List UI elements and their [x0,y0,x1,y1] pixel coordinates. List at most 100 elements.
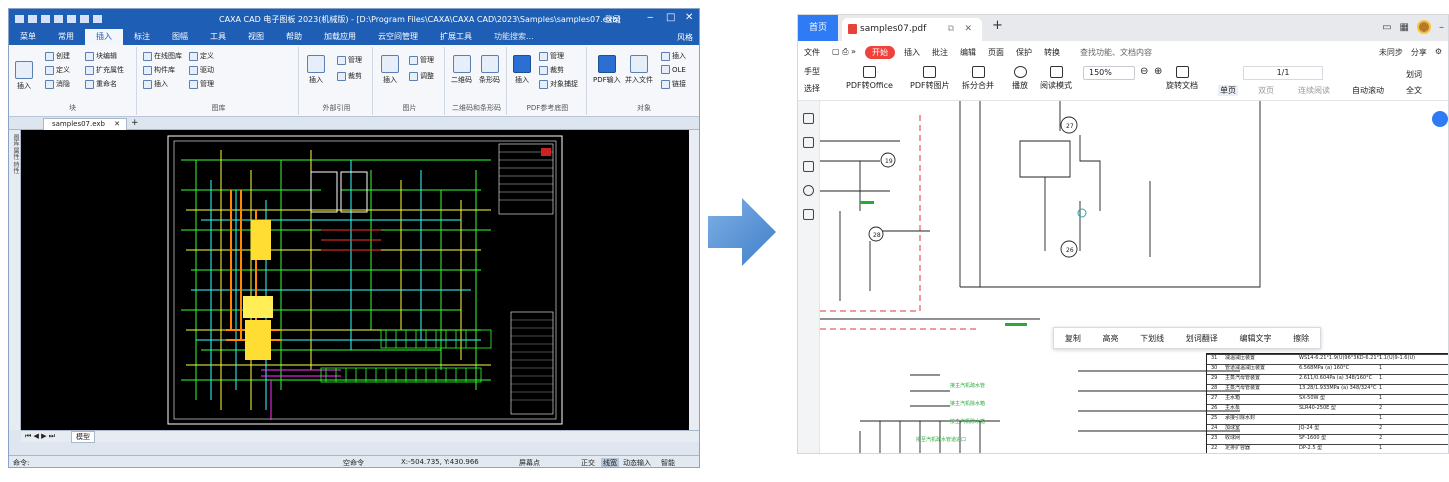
grid-icon[interactable]: ▦ [1400,22,1409,33]
tab-close-icon[interactable]: ✕ [114,119,120,130]
help-search[interactable]: 功能搜索... [483,29,545,45]
block-insert-button[interactable]: 插入 [15,61,33,91]
login-button[interactable]: 登录 [605,14,621,25]
menu-start[interactable]: 开始 [864,45,895,59]
library-insert-button[interactable]: 插入 [143,79,168,89]
menu-protect[interactable]: 保护 [1010,47,1038,58]
menu-item[interactable]: 加载应用 [313,29,367,45]
menu-insert[interactable]: 插入 [898,47,926,58]
pdf-snap-button[interactable]: 对象捕捉 [539,79,578,89]
select-tool[interactable]: 选择 [804,83,820,94]
pdf-underlay-manage-button[interactable]: 管理 [539,51,564,61]
ext-attr-button[interactable]: 扩充属性 [85,65,124,75]
minimize-icon[interactable]: – [1439,22,1444,33]
print-icon[interactable] [67,15,76,23]
sync-status[interactable]: 未同步 [1379,47,1403,58]
menu-page[interactable]: 页面 [982,47,1010,58]
image-adjust-button[interactable]: 调整 [409,71,434,81]
screen-point-toggle[interactable]: 屏幕点 [519,458,540,467]
rotate-button[interactable]: 旋转文档 [1166,66,1198,91]
insert-file-button[interactable]: 并入文件 [625,55,653,85]
cad-vertical-scrollbar[interactable] [689,130,699,430]
menu-item[interactable]: 扩展工具 [429,29,483,45]
ole-button[interactable]: OLE [661,65,686,74]
duplicate-tab-icon[interactable]: ⧉ [948,18,954,40]
single-page-button[interactable]: 单页 [1218,85,1238,96]
pdf-document-view[interactable]: 27 26 28 19 接主汽机疏水管 接主汽机除水箱 接主汽机除水箱 接至汽机… [820,101,1448,453]
menu-item[interactable]: 帮助 [275,29,313,45]
online-library-button[interactable]: 在线图库 [143,51,182,61]
read-mode-button[interactable]: 阅读模式 [1040,66,1072,91]
quick-tools-icon[interactable]: ▢ ⎙ » [826,47,862,57]
bookmark-icon[interactable] [803,113,814,124]
ortho-toggle[interactable]: 正交 [581,458,595,467]
close-icon[interactable]: ✕ [685,12,693,23]
ctx-translate[interactable]: 划词翻译 [1186,333,1218,344]
ctx-erase[interactable]: 擦除 [1293,333,1309,344]
open-file-icon[interactable] [41,15,50,23]
image-insert-button[interactable]: 插入 [381,55,399,85]
menu-item[interactable]: 图幅 [161,29,199,45]
smart-toggle[interactable]: 智能 [661,458,675,467]
tab-close-icon[interactable]: ✕ [964,18,972,40]
file-menu[interactable]: 文件 [798,47,826,58]
xref-insert-button[interactable]: 插入 [307,55,325,85]
tab-samples07-pdf[interactable]: samples07.pdf ⧉ ✕ [842,18,982,41]
floating-action-icon[interactable] [1432,111,1448,127]
play-button[interactable]: 播放 [1012,66,1028,91]
sign-icon[interactable] [803,209,814,220]
pdf-underlay-clip-button[interactable]: 裁剪 [539,65,564,75]
menu-annotate[interactable]: 批注 [926,47,954,58]
block-eliminate-button[interactable]: 消隐 [45,79,70,89]
undo-icon[interactable] [80,15,89,23]
menu-item[interactable]: 标注 [123,29,161,45]
menu-item[interactable]: 菜单 [9,29,47,45]
ctx-edit-text[interactable]: 编辑文字 [1239,333,1271,344]
avatar[interactable] [1417,20,1431,34]
comment-icon[interactable] [803,161,814,172]
new-tab-icon[interactable]: + [992,18,1003,33]
menu-item[interactable]: 云空间管理 [367,29,429,45]
zoom-select[interactable]: 150% [1083,66,1135,80]
ctx-highlight[interactable]: 高亮 [1102,333,1118,344]
menu-edit[interactable]: 编辑 [954,47,982,58]
continuous-button[interactable]: 连续阅读 [1298,85,1330,96]
barcode-button[interactable]: 条形码 [479,55,500,85]
library-drive-button[interactable]: 驱动 [189,65,214,75]
page-number-input[interactable]: 1/1 [1243,66,1323,80]
menu-item[interactable]: 视图 [237,29,275,45]
settings-icon[interactable]: ⚙ [1435,47,1442,58]
block-define-button[interactable]: 定义 [45,65,70,75]
tab-home[interactable]: 首页 [798,15,838,41]
tab-samples07-exb[interactable]: samples07.exb ✕ [43,118,127,130]
zoom-in-icon[interactable]: ⊕ [1154,66,1162,77]
attachment-icon[interactable] [803,185,814,196]
word-translate-button[interactable]: 划词 [1406,69,1422,80]
tab-model[interactable]: 模型 [71,431,95,443]
qrcode-button[interactable]: 二维码 [451,55,472,85]
menu-item[interactable]: 常用 [47,29,85,45]
dynamic-input-toggle[interactable]: 动态输入 [623,458,651,467]
pdf-input-button[interactable]: PDF输入 [593,55,621,85]
cad-side-panel[interactable]: 图库 属性 特性 [9,130,21,430]
part-library-button[interactable]: 构件库 [143,65,175,75]
layout-icon[interactable]: ▭ [1382,22,1391,33]
xref-manage-button[interactable]: 管理 [337,55,362,65]
library-define-button[interactable]: 定义 [189,51,214,61]
cad-drawing-canvas[interactable] [21,130,699,430]
menu-convert[interactable]: 转换 [1038,47,1066,58]
xref-clip-button[interactable]: 裁剪 [337,71,362,81]
ctx-underline[interactable]: 下划线 [1140,333,1164,344]
thumbnail-icon[interactable] [803,137,814,148]
to-image-button[interactable]: PDF转图片 [910,66,950,91]
linewidth-toggle[interactable]: 线宽 [601,458,619,467]
library-manage-button[interactable]: 管理 [189,79,214,89]
image-manage-button[interactable]: 管理 [409,55,434,65]
new-file-icon[interactable] [28,15,37,23]
menu-item[interactable]: 工具 [199,29,237,45]
to-office-button[interactable]: PDF转Office [846,66,893,91]
maximize-icon[interactable]: □ [666,12,675,23]
minimize-icon[interactable]: ‒ [647,12,653,23]
redo-icon[interactable] [93,15,102,23]
style-dropdown[interactable]: 风格 [677,32,693,43]
